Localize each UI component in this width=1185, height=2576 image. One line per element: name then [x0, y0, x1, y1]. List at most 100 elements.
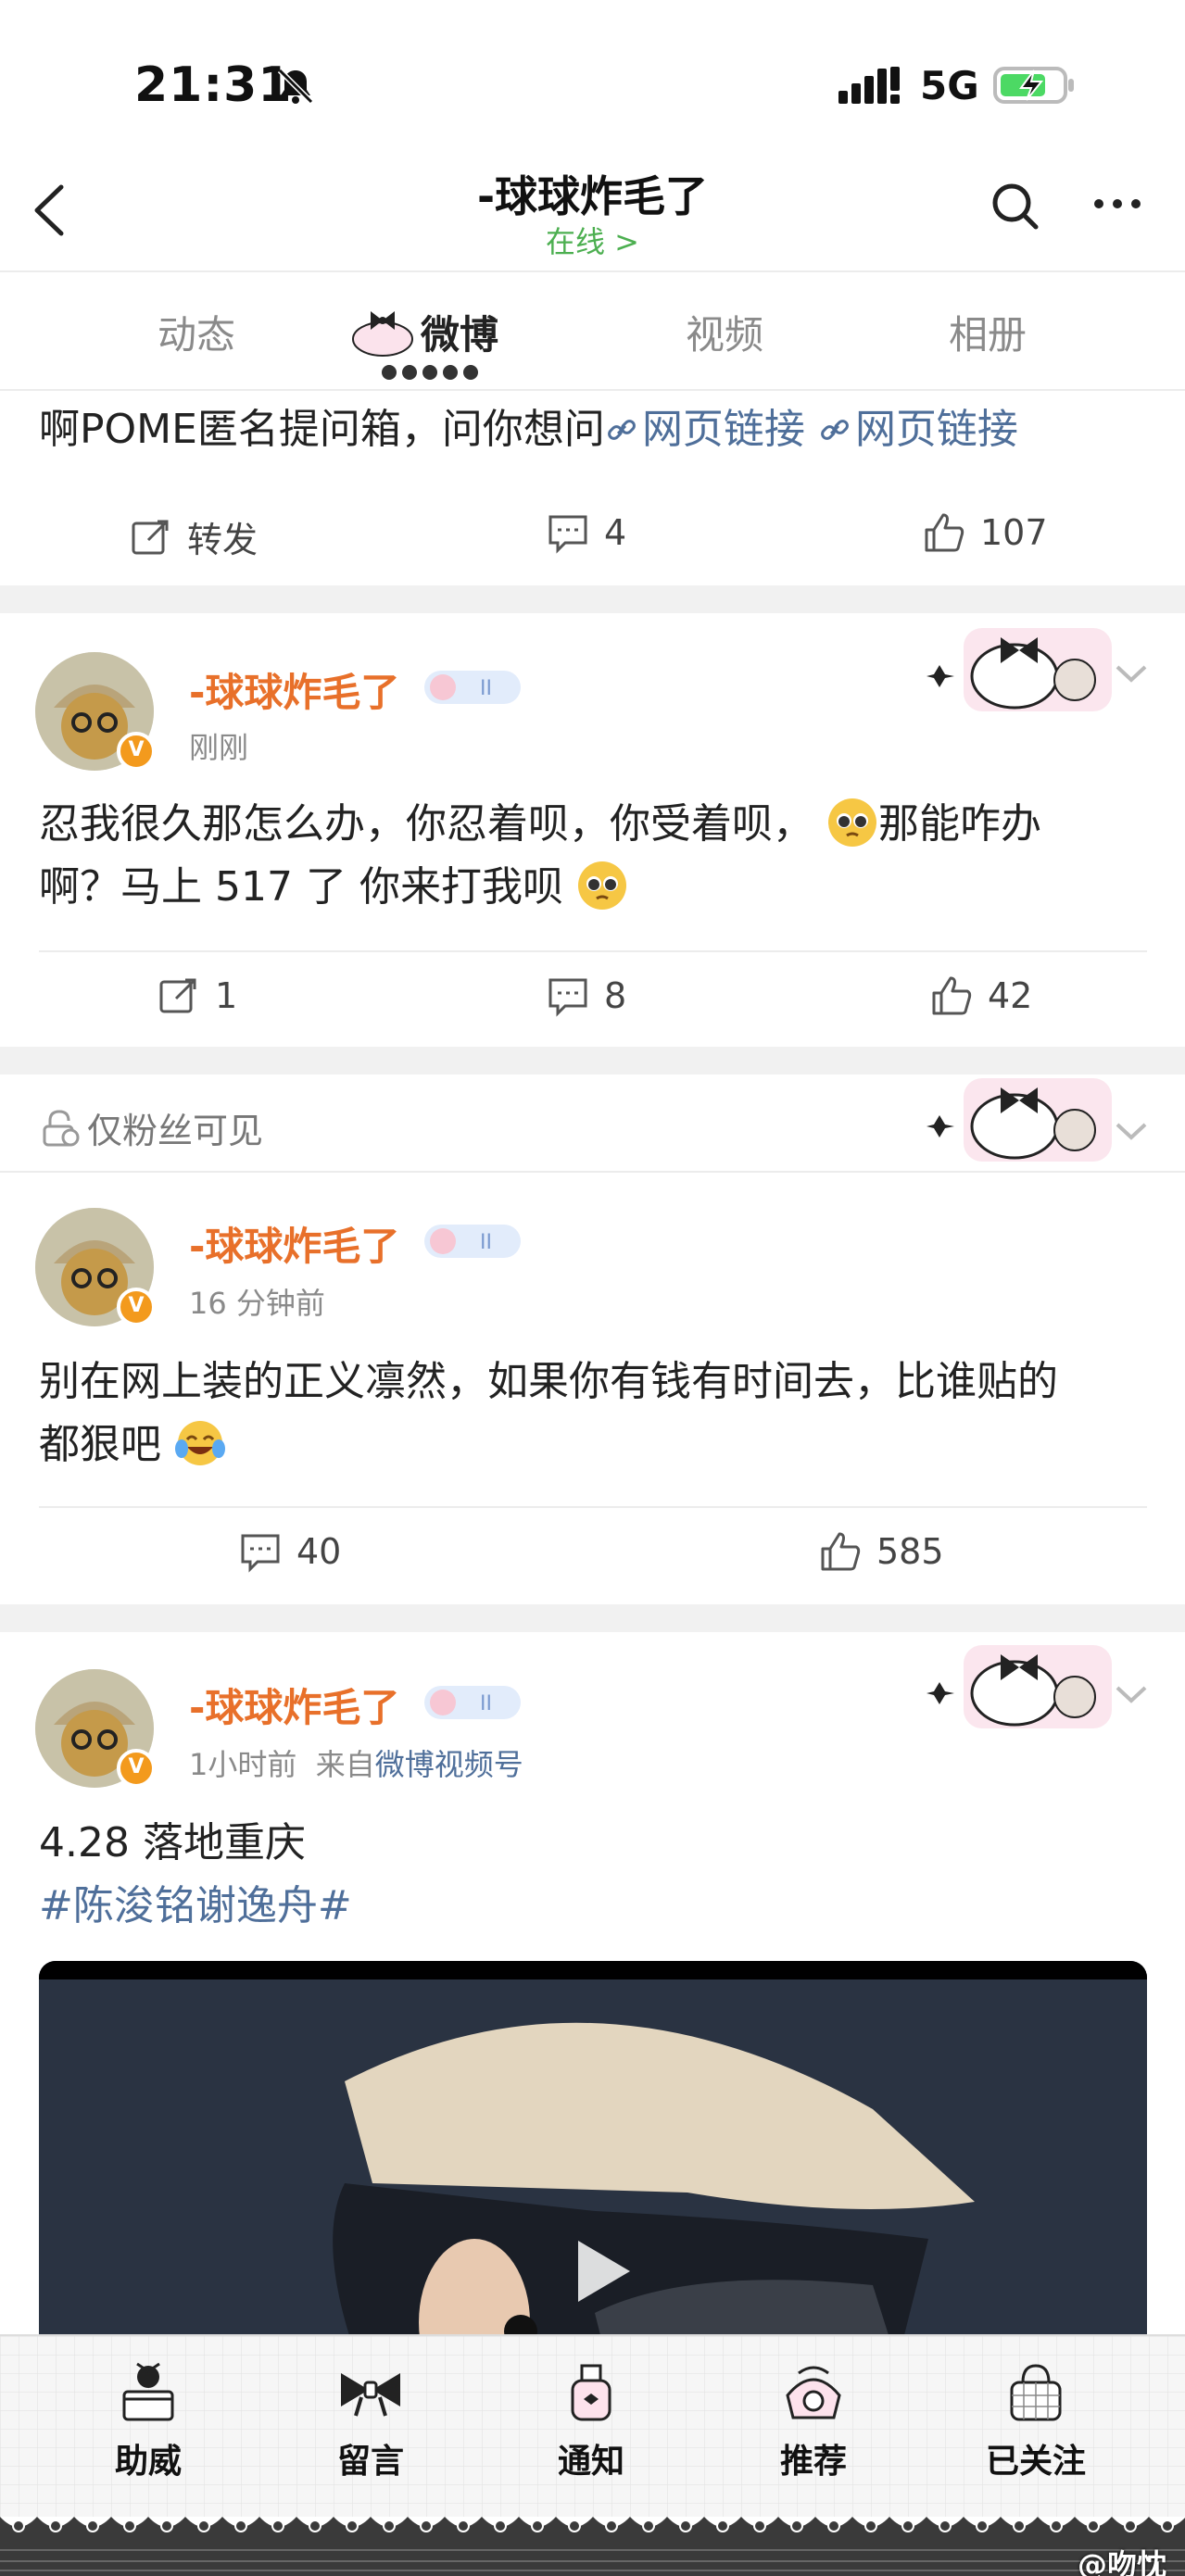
- phone-icon: [786, 2366, 841, 2419]
- comment-icon: [241, 1534, 280, 1573]
- pleading-face-icon: [577, 861, 626, 910]
- following-button[interactable]: 已关注: [962, 2355, 1110, 2482]
- card-sticker-icon: [927, 1078, 1112, 1162]
- chevron-down-icon[interactable]: [1112, 1117, 1151, 1145]
- play-icon[interactable]: [558, 2230, 641, 2313]
- avatar[interactable]: V: [35, 1669, 156, 1788]
- post-time: 1小时前: [189, 1747, 297, 1782]
- bow-icon: [341, 2373, 400, 2417]
- member-badge-icon: II: [424, 1686, 521, 1719]
- visibility-row: 仅粉丝可见: [39, 1102, 263, 1153]
- thumbs-up-icon: [932, 976, 972, 1015]
- like-button[interactable]: 42: [930, 974, 1032, 1017]
- bell-off-icon: [277, 68, 314, 105]
- post-actions: 1 8 42: [0, 952, 1185, 1045]
- header-divider: [0, 270, 1185, 272]
- more-icon[interactable]: [1091, 190, 1143, 218]
- verified-badge-icon: V: [117, 1288, 156, 1326]
- card-sticker-icon: [927, 1645, 1112, 1728]
- post-actions: 40 585: [0, 1508, 1185, 1601]
- comment-icon: [548, 515, 587, 554]
- thumbs-up-icon: [925, 513, 964, 552]
- repost-button[interactable]: 1: [158, 974, 237, 1017]
- tab-video[interactable]: 视频: [632, 304, 817, 360]
- lock-icon: [43, 1109, 80, 1146]
- post-text: 别在网上装的正义凛然，如果你有钱有时间去，比谁贴的: [39, 1358, 1058, 1405]
- tab-dynamic[interactable]: 动态: [104, 304, 289, 360]
- member-badge-icon: II: [424, 671, 521, 704]
- cake-icon: [122, 2362, 174, 2421]
- notify-button[interactable]: 通知: [517, 2355, 665, 2482]
- post-text: 都狠吧: [39, 1414, 226, 1476]
- profile-header: -球球炸毛了 在线 >: [0, 157, 1185, 269]
- bag-icon: [1010, 2364, 1062, 2421]
- pleading-face-icon: [828, 798, 876, 847]
- post-text-prefix: 啊POME匿名提问箱，问你想问: [39, 406, 605, 453]
- member-badge-icon: II: [424, 1225, 521, 1258]
- repost-icon: [132, 520, 169, 554]
- post-time: 16 分钟前: [189, 1286, 325, 1321]
- bottle-icon: [571, 2364, 611, 2421]
- flower-dots-icon: [382, 365, 478, 380]
- bottom-action-bar: 助威 留言 通知 推荐 已关注 @吻忱: [0, 2334, 1185, 2576]
- svg-text:II: II: [480, 1231, 492, 1254]
- svg-text:II: II: [480, 1692, 492, 1715]
- status-bar: 21:31 5G: [0, 0, 1185, 157]
- like-button[interactable]: 585: [819, 1530, 944, 1573]
- post-card: 仅粉丝可见 V -球球炸毛了 II 16 分钟前 别在网上装的正义凛然，如果你有…: [0, 1074, 1185, 1601]
- message-button[interactable]: 留言: [296, 2355, 445, 2482]
- web-link[interactable]: 网页链接: [818, 406, 1018, 453]
- post-text: 啊？马上 517 了 你来打我呗: [39, 856, 628, 919]
- comment-button[interactable]: 40: [239, 1530, 341, 1573]
- tab-weibo[interactable]: 微博: [367, 304, 552, 360]
- link-icon: [608, 420, 636, 440]
- tears-of-joy-icon: [175, 1421, 225, 1465]
- signal-icon: [838, 67, 900, 104]
- post-card: 啊POME匿名提问箱，问你想问 网页链接 网页链接 转发 4 107: [0, 391, 1185, 584]
- thumbs-up-icon: [821, 1532, 861, 1571]
- like-button[interactable]: 107: [923, 511, 1048, 554]
- post-username[interactable]: -球球炸毛了: [189, 1215, 399, 1272]
- post-username[interactable]: -球球炸毛了: [189, 1677, 399, 1733]
- web-link[interactable]: 网页链接: [605, 406, 805, 453]
- status-time: 21:31: [134, 57, 293, 113]
- avatar[interactable]: V: [35, 1208, 156, 1326]
- profile-tabs: 动态 微博 视频 相册: [0, 278, 1185, 389]
- link-icon: [821, 420, 849, 440]
- watermark: @吻忱: [1077, 2547, 1166, 2576]
- chevron-down-icon[interactable]: [1112, 660, 1151, 687]
- card-sticker-icon: [927, 628, 1112, 711]
- avatar[interactable]: V: [35, 652, 156, 771]
- comment-icon: [548, 978, 587, 1017]
- post-text: 啊POME匿名提问箱，问你想问 网页链接 网页链接: [39, 398, 1018, 461]
- post-time: 刚刚: [189, 730, 249, 765]
- post-separator: [0, 585, 1185, 613]
- post-separator: [0, 1604, 1185, 1632]
- chevron-down-icon[interactable]: [1112, 1680, 1151, 1708]
- repost-button[interactable]: 转发: [130, 511, 258, 562]
- cheer-button[interactable]: 助威: [74, 2355, 222, 2482]
- post-username[interactable]: -球球炸毛了: [189, 661, 399, 718]
- lace-border: [0, 2517, 1185, 2576]
- post-source-link[interactable]: 微博视频号: [375, 1747, 523, 1782]
- post-divider: [0, 1171, 1185, 1173]
- post-actions: 转发 4 107: [0, 489, 1185, 582]
- svg-text:II: II: [480, 677, 492, 700]
- repost-icon: [159, 978, 196, 1013]
- comment-button[interactable]: 4: [547, 511, 626, 554]
- battery-charging-icon: [993, 67, 1074, 104]
- verified-badge-icon: V: [117, 732, 156, 771]
- post-meta: 1小时前 来自微博视频号: [189, 1741, 523, 1784]
- post-from: 来自: [315, 1747, 375, 1782]
- post-text: 忍我很久那怎么办，你忍着呗，你受着呗， 那能咋办: [39, 793, 1041, 856]
- verified-badge-icon: V: [117, 1749, 156, 1788]
- visibility-label: 仅粉丝可见: [87, 1111, 264, 1151]
- search-icon[interactable]: [990, 181, 1041, 232]
- comment-button[interactable]: 8: [547, 974, 626, 1017]
- post-text: 4.28 落地重庆: [39, 1819, 306, 1866]
- tab-album[interactable]: 相册: [895, 304, 1080, 360]
- recommend-button[interactable]: 推荐: [739, 2355, 888, 2482]
- network-label: 5G: [920, 63, 979, 108]
- post-card: V -球球炸毛了 II 刚刚 忍我很久那怎么办，你忍着呗，你受着呗， 那能咋办 …: [0, 613, 1185, 1045]
- hashtag-link[interactable]: #陈浚铭谢逸舟#: [39, 1875, 352, 1938]
